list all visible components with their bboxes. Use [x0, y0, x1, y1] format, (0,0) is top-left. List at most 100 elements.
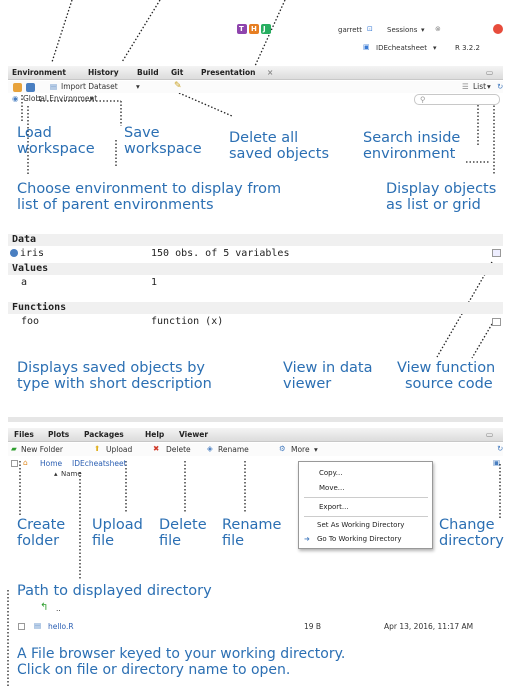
top-bar: T H J garrett ⊡ Sessions ▾ ⊗ ▣ IDEcheats…: [200, 21, 507, 57]
import-caret-icon: ▾: [136, 82, 140, 91]
annotation-save-workspace: Save workspace: [124, 125, 202, 157]
view-source-icon[interactable]: [492, 318, 501, 326]
environment-select[interactable]: Global Environment: [23, 94, 97, 103]
signout-icon[interactable]: ⊡: [367, 25, 373, 33]
more-icon: ⚙: [279, 444, 286, 453]
breadcrumb-dir[interactable]: IDEcheatsheet: [72, 459, 127, 468]
load-workspace-icon[interactable]: [13, 83, 22, 92]
import-dataset-icon: ▤: [50, 82, 58, 91]
delete-icon: ✖: [153, 444, 160, 453]
annotation-rename-file: Rename file: [222, 517, 282, 549]
name-column-header[interactable]: ▴ Name: [8, 469, 208, 480]
menu-copy[interactable]: Copy...: [319, 469, 342, 477]
list-view-icon: ☰: [462, 82, 469, 91]
data-viewer-icon[interactable]: [492, 249, 501, 257]
sessions-caret-icon: ▾: [421, 26, 425, 34]
name-header-label: Name: [61, 470, 82, 478]
file-name[interactable]: hello.R: [48, 622, 74, 631]
function-row-foo[interactable]: foo function (x): [8, 316, 503, 328]
quit-icon[interactable]: ⊗: [435, 25, 441, 33]
minimize-pane-icon[interactable]: ▭: [486, 430, 493, 439]
object-description: 1: [151, 277, 158, 288]
env-toolbar: ▤ Import Dataset ▾ ✎ ☰ List ▾ ↻: [8, 81, 503, 93]
upload-button[interactable]: Upload: [106, 445, 132, 454]
tab-files[interactable]: Files: [14, 430, 34, 439]
object-name[interactable]: iris: [20, 248, 44, 259]
breadcrumb-home[interactable]: Home: [40, 459, 62, 468]
rename-icon: ◈: [207, 444, 213, 453]
files-toolbar: ▰ New Folder ⬆ Upload ✖ Delete ◈ Rename …: [8, 443, 503, 456]
tab-help[interactable]: Help: [145, 430, 164, 439]
new-folder-button[interactable]: New Folder: [21, 445, 63, 454]
menu-go-working-dir[interactable]: Go To Working Directory: [317, 535, 402, 543]
functions-section-header: Functions: [8, 302, 503, 314]
sort-icon: ▴: [54, 470, 58, 478]
import-dataset-button[interactable]: Import Dataset: [61, 82, 118, 91]
save-workspace-icon[interactable]: [26, 83, 35, 92]
delete-button[interactable]: Delete: [166, 445, 191, 454]
sessions-menu[interactable]: Sessions: [387, 26, 417, 34]
menu-set-working-dir[interactable]: Set As Working Directory: [317, 521, 404, 529]
menu-divider: [304, 497, 428, 498]
tab-environment[interactable]: Environment: [12, 68, 66, 77]
file-checkbox[interactable]: [18, 623, 25, 630]
annotation-create-folder: Create folder: [17, 517, 66, 549]
tab-history[interactable]: History: [88, 68, 119, 77]
list-item-parent[interactable]: ↰ ..: [8, 602, 503, 615]
file-modified: Apr 13, 2016, 11:17 AM: [384, 622, 474, 631]
refresh-icon[interactable]: ↻: [497, 444, 503, 453]
go-to-working-dir-icon[interactable]: ▣: [493, 458, 500, 467]
file-size: 19 B: [304, 622, 322, 631]
pane-separator[interactable]: [8, 417, 503, 422]
rename-button[interactable]: Rename: [218, 445, 249, 454]
close-tab-icon[interactable]: ×: [267, 68, 273, 77]
minimize-pane-icon[interactable]: ▭: [486, 68, 493, 77]
tab-presentation[interactable]: Presentation: [201, 68, 255, 77]
power-icon[interactable]: [493, 24, 503, 34]
env-search-input[interactable]: ⚲: [414, 94, 500, 105]
r-version: R 3.2.2: [455, 44, 480, 52]
username: garrett: [338, 26, 363, 34]
project-name[interactable]: IDEcheatsheet: [376, 44, 427, 52]
project-icon: ▣: [363, 43, 370, 51]
more-button[interactable]: More: [291, 445, 310, 454]
annotation-choose-env: Choose environment to display from list o…: [17, 181, 282, 213]
broom-icon[interactable]: ✎: [174, 81, 182, 91]
arrow-icon: ➜: [304, 535, 310, 543]
menu-divider: [304, 516, 428, 517]
expand-icon[interactable]: [10, 249, 18, 257]
refresh-icon[interactable]: ↻: [497, 82, 503, 91]
object-name: foo: [21, 316, 40, 327]
list-caret-icon: ▾: [487, 82, 491, 91]
search-icon: ⚲: [420, 95, 426, 104]
tab-build[interactable]: Build: [137, 68, 159, 77]
project-caret-icon: ▾: [433, 44, 437, 52]
r-file-icon: ▤: [34, 621, 42, 630]
annotation-load-workspace: Load workspace: [17, 125, 95, 157]
object-description: function (x): [151, 316, 224, 327]
menu-export[interactable]: Export...: [319, 503, 349, 511]
annotation-search-env: Search inside environment: [363, 130, 461, 162]
values-section-header: Values: [8, 263, 503, 275]
tab-git[interactable]: Git: [171, 68, 183, 77]
badge-t-label: T: [239, 25, 244, 33]
annotation-data-viewer: View in data viewer: [283, 360, 373, 392]
list-item-file[interactable]: ▤ hello.R 19 B Apr 13, 2016, 11:17 AM: [8, 621, 503, 633]
value-row-a[interactable]: a 1: [8, 277, 503, 289]
annotation-saved-objects: Displays saved objects by type with short…: [17, 360, 212, 392]
parent-dir-label[interactable]: ..: [56, 604, 61, 613]
home-icon[interactable]: ⌂: [23, 458, 28, 467]
annotation-func-source: View function source code: [397, 360, 496, 392]
more-menu: Copy... Move... Export... Set As Working…: [298, 461, 433, 549]
annotation-path-dir: Path to displayed directory: [17, 583, 212, 599]
data-row-iris[interactable]: iris 150 obs. of 5 variables: [8, 248, 503, 260]
data-section-header: Data: [8, 234, 503, 246]
upload-icon: ⬆: [94, 444, 101, 453]
tab-packages[interactable]: Packages: [84, 430, 124, 439]
more-caret-icon: ▾: [314, 445, 318, 454]
tab-plots[interactable]: Plots: [48, 430, 69, 439]
select-all-checkbox[interactable]: [11, 460, 18, 467]
menu-move[interactable]: Move...: [319, 484, 344, 492]
list-grid-toggle[interactable]: List: [473, 82, 486, 91]
tab-viewer[interactable]: Viewer: [179, 430, 208, 439]
